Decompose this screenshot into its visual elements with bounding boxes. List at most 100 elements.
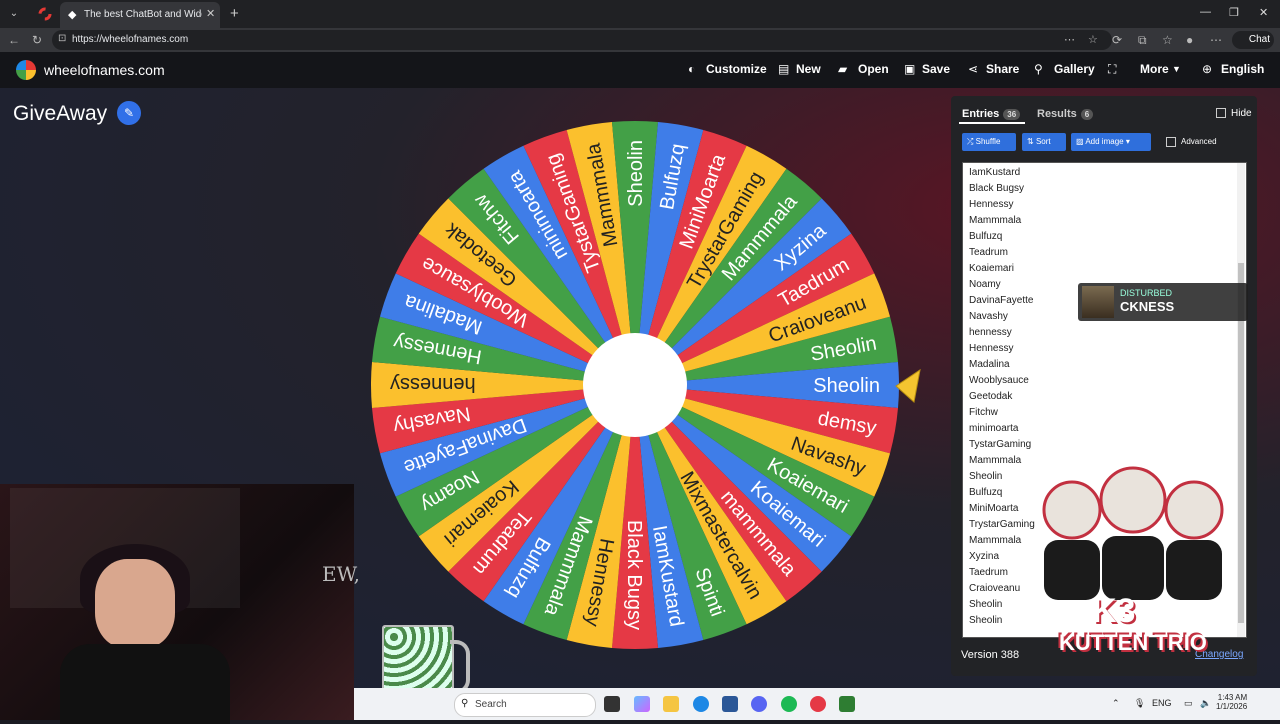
kutten-trio-name: KUTTEN TRIO: [1059, 630, 1207, 655]
entry-line: Mammmala: [969, 535, 1022, 546]
share-button[interactable]: Share: [986, 62, 1019, 76]
profile-avatar-icon[interactable]: ●: [1186, 33, 1193, 47]
address-bar: ← ↻ ⊡ https://wheelofnames.com ⋯ ☆ ⟳ ⧉ ☆…: [0, 28, 1280, 52]
open-button[interactable]: Open: [858, 62, 889, 76]
microphone-icon[interactable]: 🎙: [1134, 698, 1145, 709]
sort-icon: ⇅: [1027, 137, 1036, 146]
globe-icon: ⊕: [1202, 62, 1213, 76]
extensions-icon[interactable]: ⟳: [1112, 33, 1122, 47]
shuffle-icon: ⤮: [967, 137, 976, 146]
site-header: wheelofnames.com ◐ Customize ▤ New ▰ Ope…: [0, 52, 1280, 88]
wheel[interactable]: SheolinSheolindemsyNavashyKoaiemariKoaie…: [365, 115, 905, 655]
site-logo-icon[interactable]: [16, 60, 36, 80]
new-button[interactable]: New: [796, 62, 821, 76]
checkbox-box[interactable]: [1166, 137, 1176, 147]
file-explorer-icon[interactable]: [663, 696, 679, 712]
volume-icon[interactable]: 🔈: [1200, 698, 1211, 709]
close-window-icon[interactable]: ✕: [1259, 6, 1268, 19]
settings-more-icon[interactable]: ⋯: [1210, 33, 1222, 47]
pinned-tab[interactable]: [32, 3, 58, 25]
version-text: Version 388: [961, 649, 1020, 661]
sort-label: Sort: [1035, 137, 1051, 146]
copilot-chat-button[interactable]: Chat: [1232, 31, 1274, 49]
entry-line: TystarGaming: [969, 439, 1032, 450]
pencil-icon: ✎: [123, 106, 135, 120]
save-button[interactable]: Save: [922, 62, 950, 76]
tab-actions-icon[interactable]: ⌄: [6, 6, 22, 22]
webcam-wall-text: EW,: [322, 562, 361, 586]
checkbox-box[interactable]: [1216, 108, 1226, 119]
search-icon: ⚲: [461, 698, 469, 709]
advanced-label: Advanced: [1181, 137, 1217, 147]
entry-line: Mammmala: [969, 215, 1022, 226]
more-button[interactable]: More: [1140, 62, 1169, 76]
app-icon[interactable]: [839, 696, 855, 712]
url-field[interactable]: ⊡ https://wheelofnames.com ⋯ ☆: [52, 30, 1112, 50]
active-tab-indicator: [959, 122, 1025, 124]
task-view-icon[interactable]: [604, 696, 620, 712]
store-icon[interactable]: [722, 696, 738, 712]
sort-button[interactable]: ⇅ Sort: [1022, 133, 1066, 151]
tray-chevron-icon[interactable]: ⌃: [1112, 698, 1120, 709]
refresh-icon[interactable]: ↻: [32, 33, 42, 47]
clock[interactable]: 1:43 AM 1/1/2026: [1216, 693, 1247, 711]
entry-line: Teadrum: [969, 247, 1008, 258]
new-tab-icon[interactable]: +: [230, 5, 239, 22]
entry-line: Taedrum: [969, 567, 1008, 578]
album-art: [1082, 286, 1114, 318]
gallery-button[interactable]: Gallery: [1054, 62, 1095, 76]
taskbar: ⚲ Search ⌃ 🎙 ENG ▭ 🔈 1:43 AM 1/1/2026: [354, 688, 1280, 720]
back-icon[interactable]: ←: [8, 33, 20, 47]
edit-title-button[interactable]: ✎: [117, 101, 141, 125]
customize-button[interactable]: Customize: [706, 62, 767, 76]
minimize-icon[interactable]: —: [1200, 6, 1211, 18]
favorite-star-icon[interactable]: ☆: [1088, 33, 1098, 46]
wheel-favicon-icon: [38, 7, 52, 21]
maps-pin-icon[interactable]: [810, 696, 826, 712]
taskbar-search[interactable]: ⚲ Search: [454, 693, 596, 717]
site-name[interactable]: wheelofnames.com: [44, 62, 165, 78]
tab-entries[interactable]: Entries 36: [962, 108, 1021, 120]
entry-line: minimoarta: [969, 423, 1019, 434]
wheel-center[interactable]: [583, 333, 687, 437]
now-playing-artist: DISTURBED: [1120, 288, 1173, 298]
clock-time: 1:43 AM: [1217, 693, 1248, 702]
now-playing-overlay: DISTURBED CKNESS: [1078, 283, 1248, 321]
entry-line: Craioveanu: [969, 583, 1021, 594]
split-screen-icon[interactable]: ⧉: [1138, 33, 1147, 48]
tab-results[interactable]: Results 6: [1037, 108, 1094, 120]
shuffle-button[interactable]: ⤮ Shuffle: [962, 133, 1016, 151]
now-playing-song: CKNESS: [1120, 299, 1175, 314]
language-button[interactable]: English: [1221, 62, 1264, 76]
favorites-icon[interactable]: ☆: [1162, 33, 1173, 47]
entry-line: IamKustard: [969, 167, 1021, 178]
add-image-button[interactable]: ▨ Add image ▾: [1071, 133, 1151, 151]
read-mode-icon[interactable]: ⋯: [1064, 33, 1075, 46]
wheel-slice-label: Black Bugsy: [623, 520, 645, 630]
webcam-person-face: [95, 559, 175, 649]
edge-icon[interactable]: [693, 696, 709, 712]
kutten-trio-logo: K3 KUTTEN TRIO: [1022, 460, 1244, 670]
copilot-icon[interactable]: [634, 696, 650, 712]
shuffle-label: Shuffle: [975, 137, 1001, 146]
hide-checkbox[interactable]: Hide: [1216, 108, 1252, 119]
entry-line: Wooblysauce: [969, 375, 1029, 386]
display-icon[interactable]: ▭: [1184, 698, 1193, 709]
fullscreen-icon[interactable]: ⛶: [1108, 62, 1116, 77]
entry-line: Hennessy: [969, 343, 1014, 354]
browser-tab[interactable]: ◆ The best ChatBot and Widgets for ✕: [60, 2, 220, 28]
clock-date: 1/1/2026: [1216, 702, 1248, 711]
restore-icon[interactable]: ❐: [1229, 6, 1239, 19]
entry-line: Geetodak: [969, 391, 1013, 402]
language-indicator[interactable]: ENG: [1152, 698, 1172, 708]
discord-icon[interactable]: [751, 696, 767, 712]
advanced-checkbox[interactable]: Advanced: [1166, 137, 1217, 147]
spotify-icon[interactable]: [781, 696, 797, 712]
url-text: https://wheelofnames.com: [72, 34, 189, 45]
wheel-slice-label: Sheolin: [625, 140, 647, 207]
add-image-label: Add image: [1085, 137, 1124, 146]
close-tab-icon[interactable]: ✕: [206, 7, 215, 20]
entry-line: Sheolin: [969, 471, 1003, 482]
site-info-icon[interactable]: ⊡: [58, 33, 66, 44]
entry-line: Black Bugsy: [969, 183, 1025, 194]
